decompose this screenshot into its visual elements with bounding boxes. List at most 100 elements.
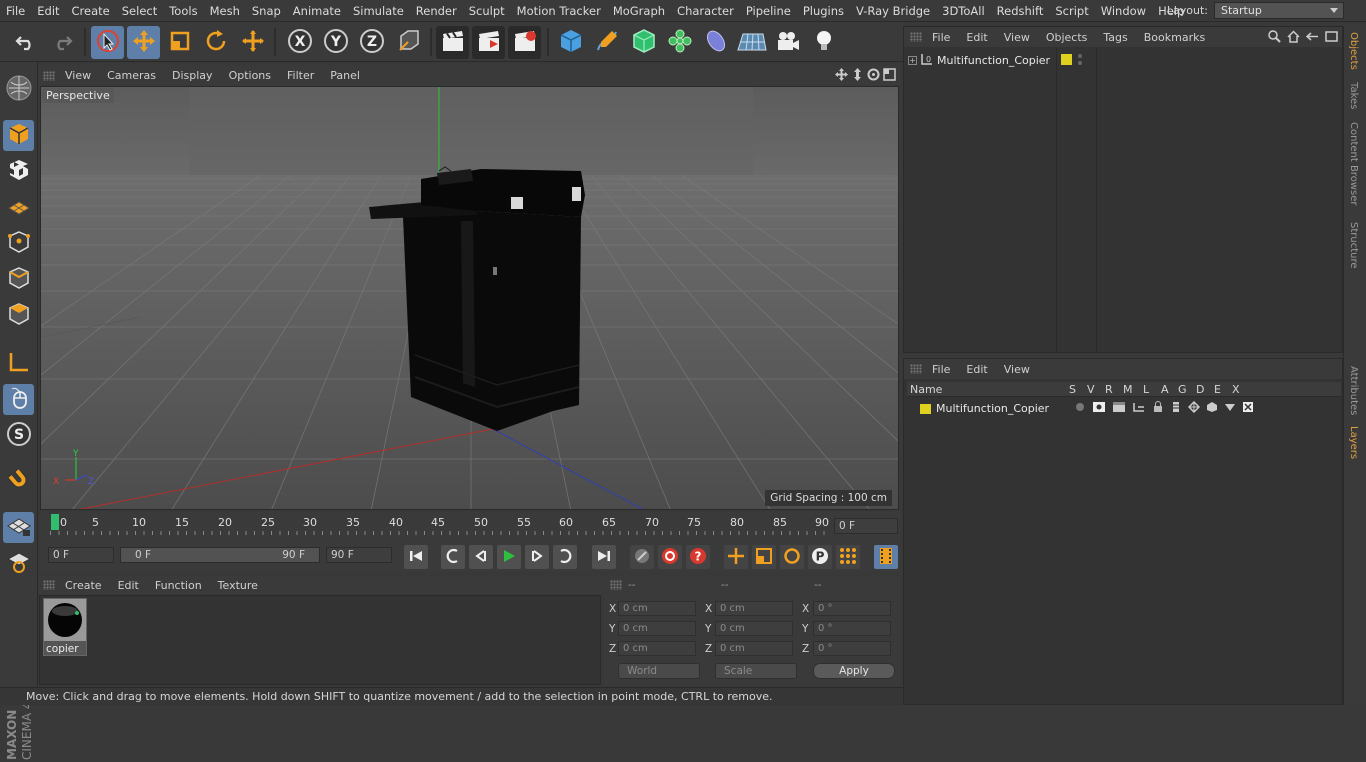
menu-redshift[interactable]: Redshift <box>991 4 1050 18</box>
viewport-menu-options[interactable]: Options <box>221 69 279 82</box>
dolly-view-icon[interactable] <box>851 68 864 84</box>
key-parameter-button[interactable]: P <box>808 545 832 569</box>
menu-pipeline[interactable]: Pipeline <box>740 4 797 18</box>
polygons-mode-button[interactable] <box>3 300 34 331</box>
axis-mode-button[interactable] <box>3 348 34 379</box>
tab-attributes[interactable]: Attributes <box>1348 366 1359 415</box>
col-manager[interactable]: M <box>1123 383 1133 396</box>
col-locked[interactable]: L <box>1143 383 1149 396</box>
end-frame-field[interactable]: 90 F <box>326 547 392 563</box>
layer-color-swatch[interactable] <box>920 403 931 414</box>
playhead-marker[interactable] <box>51 514 59 530</box>
render-clapper-icon[interactable] <box>1112 401 1126 416</box>
panel-grip[interactable] <box>910 364 922 374</box>
object-menu-bookmarks[interactable]: Bookmarks <box>1136 31 1213 44</box>
col-render[interactable]: R <box>1105 383 1113 396</box>
goto-start-button[interactable] <box>404 545 428 569</box>
coordinate-mode-dropdown[interactable]: Scale <box>715 663 797 679</box>
menu-render[interactable]: Render <box>410 4 463 18</box>
points-mode-button[interactable] <box>3 228 34 259</box>
generator-icon[interactable] <box>1187 400 1201 416</box>
rot-p-field[interactable]: 0 ° <box>813 621 891 636</box>
panel-grip[interactable] <box>610 580 622 590</box>
coordinate-space-dropdown[interactable]: World <box>618 663 700 679</box>
transform-tool-button[interactable] <box>236 26 269 59</box>
pen-spline-button[interactable] <box>590 26 623 59</box>
object-menu-tags[interactable]: Tags <box>1095 31 1135 44</box>
camera-object-button[interactable] <box>771 26 804 59</box>
menu-vray-bridge[interactable]: V-Ray Bridge <box>850 4 936 18</box>
layer-menu-edit[interactable]: Edit <box>958 363 995 376</box>
pos-y-field[interactable]: 0 cm <box>618 621 696 636</box>
next-key-button[interactable] <box>553 545 577 569</box>
deformer-cube-icon[interactable] <box>1206 401 1218 416</box>
texture-mode-button[interactable] <box>3 156 34 187</box>
menu-select[interactable]: Select <box>116 4 163 18</box>
frame-range-slider[interactable]: 0 F 90 F <box>120 547 320 563</box>
animation-icon[interactable] <box>1170 401 1182 416</box>
object-menu-view[interactable]: View <box>996 31 1038 44</box>
material-menu-edit[interactable]: Edit <box>110 579 147 592</box>
tab-structure[interactable]: Structure <box>1348 222 1359 269</box>
col-deformers[interactable]: D <box>1196 383 1204 396</box>
key-scale-button[interactable] <box>752 545 776 569</box>
rot-h-field[interactable]: 0 ° <box>813 601 891 616</box>
prev-frame-button[interactable] <box>469 545 493 569</box>
orbit-view-icon[interactable] <box>867 68 880 84</box>
material-swatch[interactable]: copier <box>43 598 87 656</box>
render-view-button[interactable] <box>436 26 469 59</box>
menu-character[interactable]: Character <box>671 4 740 18</box>
next-frame-button[interactable] <box>525 545 549 569</box>
start-frame-field[interactable]: 0 F <box>48 547 114 563</box>
y-axis-lock-button[interactable]: Y <box>319 26 352 59</box>
menu-create[interactable]: Create <box>66 4 116 18</box>
coordinate-system-button[interactable] <box>392 26 425 59</box>
menu-simulate[interactable]: Simulate <box>347 4 410 18</box>
render-picture-viewer-button[interactable] <box>472 26 505 59</box>
redo-button[interactable] <box>45 26 78 59</box>
rotate-tool-button[interactable] <box>199 26 232 59</box>
col-solo[interactable]: S <box>1069 383 1076 396</box>
object-menu-file[interactable]: File <box>924 31 958 44</box>
goto-end-button[interactable] <box>592 545 616 569</box>
material-menu-create[interactable]: Create <box>57 579 110 592</box>
menu-edit[interactable]: Edit <box>31 4 65 18</box>
search-icon[interactable] <box>1268 30 1281 46</box>
prev-key-button[interactable] <box>441 545 465 569</box>
menu-snap[interactable]: Snap <box>246 4 287 18</box>
menu-mesh[interactable]: Mesh <box>204 4 246 18</box>
play-button[interactable] <box>497 545 521 569</box>
edges-mode-button[interactable] <box>3 264 34 295</box>
key-point-level-button[interactable] <box>836 545 860 569</box>
z-axis-lock-button[interactable]: Z <box>355 26 388 59</box>
expression-icon[interactable] <box>1224 401 1236 416</box>
tab-layers[interactable]: Layers <box>1348 426 1359 459</box>
undo-button[interactable] <box>9 26 42 59</box>
light-object-button[interactable] <box>807 26 840 59</box>
panel-grip[interactable] <box>43 580 55 590</box>
floor-object-button[interactable] <box>735 26 768 59</box>
col-expressions[interactable]: E <box>1214 383 1221 396</box>
object-menu-objects[interactable]: Objects <box>1038 31 1096 44</box>
menu-file[interactable]: File <box>0 4 31 18</box>
make-editable-button[interactable] <box>3 74 34 105</box>
col-name[interactable]: Name <box>910 383 942 396</box>
3d-viewport[interactable]: Y X Z Grid Spacing : 100 cm <box>40 86 899 510</box>
maximize-view-icon[interactable] <box>883 68 896 84</box>
menu-script[interactable]: Script <box>1049 4 1094 18</box>
subdivision-surface-button[interactable] <box>627 26 660 59</box>
visible-eye-icon[interactable] <box>1092 401 1106 416</box>
viewport-menu-filter[interactable]: Filter <box>279 69 322 82</box>
snap-button[interactable] <box>3 466 34 497</box>
move-tool-button[interactable] <box>127 26 160 59</box>
lock-icon[interactable] <box>1152 401 1164 416</box>
solo-mode-button[interactable]: S <box>3 420 34 451</box>
object-menu-edit[interactable]: Edit <box>958 31 995 44</box>
scale-tool-button[interactable] <box>163 26 196 59</box>
solo-dot-icon[interactable] <box>1074 401 1086 416</box>
menu-animate[interactable]: Animate <box>287 4 347 18</box>
object-row[interactable]: + 0 Multifunction_Copier <box>908 52 1050 69</box>
menu-plugins[interactable]: Plugins <box>797 4 850 18</box>
viewport-menu-view[interactable]: View <box>57 69 99 82</box>
size-y-field[interactable]: 0 cm <box>715 621 793 636</box>
